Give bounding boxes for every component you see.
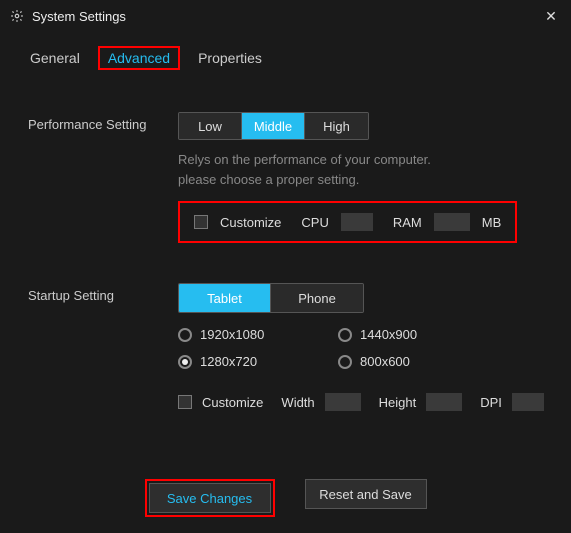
- resolution-label: 1280x720: [200, 354, 257, 369]
- resolution-label: 1440x900: [360, 327, 417, 342]
- performance-section: Performance Setting Low Middle High Rely…: [28, 112, 543, 243]
- startup-customize-checkbox[interactable]: [178, 395, 192, 409]
- radio-icon: [338, 355, 352, 369]
- radio-icon: [338, 328, 352, 342]
- resolution-1920x1080[interactable]: 1920x1080: [178, 327, 318, 342]
- reset-button-wrap: Reset and Save: [305, 479, 427, 517]
- width-input[interactable]: [325, 393, 361, 411]
- resolution-row-2: 1280x720 800x600: [178, 354, 544, 369]
- dpi-label: DPI: [480, 395, 502, 410]
- cpu-label: CPU: [301, 215, 328, 230]
- resolution-800x600[interactable]: 800x600: [338, 354, 478, 369]
- height-input[interactable]: [426, 393, 462, 411]
- highlight-perf-customize: Customize CPU RAM MB: [178, 201, 517, 243]
- performance-label: Performance Setting: [28, 112, 178, 243]
- tabs: General Advanced Properties: [0, 32, 571, 76]
- ram-input[interactable]: [434, 213, 470, 231]
- startup-section: Startup Setting Tablet Phone 1920x1080 1…: [28, 283, 543, 411]
- resolution-label: 800x600: [360, 354, 410, 369]
- perf-middle-button[interactable]: Middle: [242, 113, 305, 139]
- ram-label: RAM: [393, 215, 422, 230]
- performance-hint: Relys on the performance of your compute…: [178, 150, 543, 189]
- performance-hint-line1: Relys on the performance of your compute…: [178, 152, 431, 167]
- performance-hint-line2: please choose a proper setting.: [178, 172, 359, 187]
- performance-segmented: Low Middle High: [178, 112, 369, 140]
- highlight-advanced-tab: Advanced: [98, 46, 180, 70]
- radio-icon: [178, 355, 192, 369]
- radio-icon: [178, 328, 192, 342]
- gear-icon: [10, 9, 24, 23]
- tab-properties[interactable]: Properties: [198, 50, 262, 66]
- mb-label: MB: [482, 215, 502, 230]
- resolution-1280x720[interactable]: 1280x720: [178, 354, 318, 369]
- startup-customize-label: Customize: [202, 395, 263, 410]
- resolution-1440x900[interactable]: 1440x900: [338, 327, 478, 342]
- window-title: System Settings: [32, 9, 126, 24]
- startup-label: Startup Setting: [28, 283, 178, 411]
- cpu-input[interactable]: [341, 213, 373, 231]
- close-icon[interactable]: ✕: [541, 6, 561, 26]
- dpi-input[interactable]: [512, 393, 544, 411]
- width-label: Width: [281, 395, 314, 410]
- perf-high-button[interactable]: High: [305, 113, 368, 139]
- perf-customize-checkbox[interactable]: [194, 215, 208, 229]
- startup-customize-row: Customize Width Height DPI: [178, 393, 544, 411]
- titlebar: System Settings ✕: [0, 0, 571, 32]
- height-label: Height: [379, 395, 417, 410]
- save-button[interactable]: Save Changes: [149, 483, 271, 513]
- tab-general[interactable]: General: [30, 50, 80, 66]
- resolution-label: 1920x1080: [200, 327, 264, 342]
- reset-button[interactable]: Reset and Save: [305, 479, 427, 509]
- perf-customize-label: Customize: [220, 215, 281, 230]
- highlight-save-button: Save Changes: [145, 479, 275, 517]
- button-bar: Save Changes Reset and Save: [0, 479, 571, 517]
- startup-segmented: Tablet Phone: [178, 283, 364, 313]
- perf-low-button[interactable]: Low: [179, 113, 242, 139]
- resolution-row-1: 1920x1080 1440x900: [178, 327, 544, 342]
- startup-tablet-button[interactable]: Tablet: [179, 284, 271, 312]
- startup-phone-button[interactable]: Phone: [271, 284, 363, 312]
- tab-advanced[interactable]: Advanced: [108, 50, 170, 66]
